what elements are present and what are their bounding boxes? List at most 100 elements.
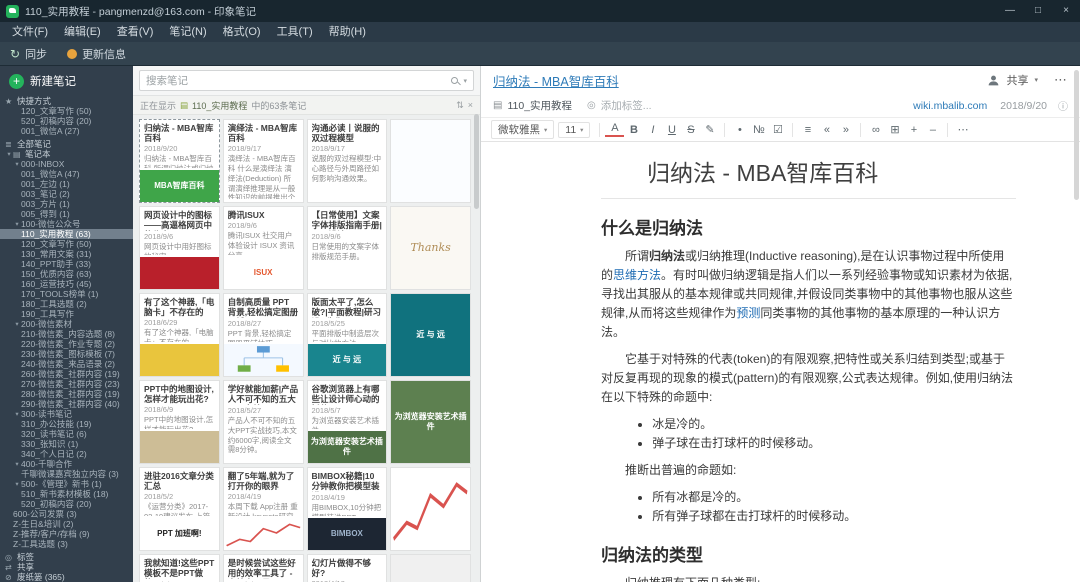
sidebar-item[interactable]: Z-推荐/客户/存档 (9) [0,529,133,539]
note-card[interactable]: PPT中的地图设计,怎样才能玩出花?2018/6/9PPT中的地图设计,怎样才能… [139,380,220,464]
more-options-icon[interactable]: ⋯ [1054,72,1068,88]
note-card[interactable]: 幻灯片做得不够好?2018/4/18幻灯片做得不够好?试试这些方法。 [306,554,388,582]
expand-chevron-icon[interactable]: ▾ [5,150,13,158]
note-card[interactable] [390,119,471,203]
sidebar-item[interactable]: 001_左边 (1) [0,179,133,189]
sidebar-item[interactable]: Z-工具选题 (3) [0,539,133,549]
inline-link[interactable]: 思维方法 [613,268,661,282]
minimize-button[interactable]: — [996,0,1024,22]
sidebar-item[interactable]: 220-微信素_作业专题 (2) [0,339,133,349]
badge-button[interactable]: 更新信息 [67,46,126,62]
expand-chevron-icon[interactable]: ▾ [13,410,21,418]
sidebar-item[interactable]: 千聊微课嘉宾独立内容 (3) [0,469,133,479]
note-card[interactable]: 近 与 远 [390,293,471,377]
sidebar-item[interactable]: 520_初稿内容 (20) [0,116,133,126]
note-card[interactable]: 网页设计中的图标——高逼格网页中的秘密2018/9/6网页设计中用好图标的秘密。 [139,206,220,290]
expand-chevron-icon[interactable]: ▾ [13,320,21,328]
sort-icon[interactable]: ⇅ [456,100,464,111]
menu-item[interactable]: 文件(F) [4,22,56,42]
attachment-button[interactable]: + [904,124,923,136]
menu-item[interactable]: 笔记(N) [161,22,214,42]
sidebar-item[interactable]: 005_得到 (1) [0,209,133,219]
sidebar-item[interactable]: ▾ 300-读书笔记 [0,409,133,419]
sidebar-item[interactable]: 310_办公技能 (19) [0,419,133,429]
sidebar-item[interactable]: ◎ 标签 [0,552,133,562]
note-card[interactable] [390,554,471,582]
search-input[interactable] [146,74,447,87]
sidebar-item[interactable]: ▾ ▤ 笔记本 [0,149,133,159]
sidebar-item[interactable]: 210-微信素_内容选题 (8) [0,329,133,339]
sidebar-item[interactable]: 003_方片 (1) [0,199,133,209]
italic-button[interactable]: I [643,124,662,136]
sidebar-item[interactable]: 160_运营技巧 (45) [0,279,133,289]
note-card[interactable]: 是时候尝试这些好用的效率工具了 - 高效率工具2018/4/18是时候尝试这些好… [222,554,304,582]
font-size-select[interactable]: 11 ▾ [558,121,591,138]
search-icon[interactable] [451,77,459,84]
expand-chevron-icon[interactable]: ▾ [13,220,21,228]
link-button[interactable]: ∞ [866,124,885,136]
note-card[interactable] [390,467,471,551]
table-button[interactable]: ⊞ [885,123,904,136]
font-family-select[interactable]: 微软雅黑 ▾ [491,120,555,139]
highlight-button[interactable]: ✎ [700,123,719,136]
sidebar-item[interactable]: 180_工具选题 (2) [0,299,133,309]
inline-link[interactable]: 预测 [736,306,760,320]
source-url-link[interactable]: wiki.mbalib.com [913,100,987,112]
note-title-link[interactable]: 归纳法 - MBA智库百科 [493,71,619,90]
note-card[interactable]: 【日常使用】文案字体排版指南手册|平面设计2018/9/6日常使用的文案字体排版… [306,206,388,290]
sidebar-item[interactable]: 001_微信A (47) [0,169,133,179]
note-card[interactable]: 为浏览器安装艺术插件 [390,380,471,464]
editor-scrollbar[interactable] [1073,68,1080,582]
menu-item[interactable]: 编辑(E) [56,22,109,42]
note-card[interactable]: 自制高质量 PPT 背景,轻松搞定图册平铺!2018/8/27PPT 背景,轻松… [222,293,304,377]
sidebar-item[interactable]: 330_张知识 (1) [0,439,133,449]
sidebar-item[interactable]: ⊘ 废纸篓 (365) [0,572,133,582]
sidebar-item[interactable]: 110_实用教程 (63) [0,229,133,239]
sidebar-item[interactable]: ▾ 000-INBOX [0,159,133,169]
sidebar-item[interactable]: ≣ 全部笔记 [0,139,133,149]
share-button[interactable]: 共享 [1006,72,1028,88]
filter-notebook[interactable]: 110_实用教程 [192,99,247,112]
menu-item[interactable]: 帮助(H) [321,22,374,42]
note-card[interactable]: 演绎法 - MBA智库百科 2018/9/17 演绎法 - MBA智库百科 什么是演… [222,119,304,203]
sidebar-item[interactable]: 001_微信A (27) [0,126,133,136]
sidebar-item[interactable]: ★ 快捷方式 [0,96,133,106]
maximize-button[interactable]: □ [1024,0,1052,22]
sidebar-item[interactable]: 600-公司发票 (3) [0,509,133,519]
menu-item[interactable]: 工具(T) [269,22,321,42]
sidebar-item[interactable]: 120_文章写作 (50) [0,239,133,249]
note-card[interactable]: 翻了5年端,就为了打开你的眼界2018/4/19本周下载 App注册 重新设计 … [222,467,304,551]
note-list-scrollbar[interactable] [473,112,480,582]
bullet-list-button[interactable]: • [730,124,749,136]
sidebar-item[interactable]: Z-生日&培训 (2) [0,519,133,529]
sidebar-item[interactable]: ▾ 200-微信素材 [0,319,133,329]
search-box[interactable]: ▾ [139,70,474,91]
sidebar-item[interactable]: 190_工具写作 [0,309,133,319]
sidebar-item[interactable]: 120_文章写作 (50) [0,106,133,116]
sidebar-item[interactable]: 280-微信素_社群内容 (19) [0,389,133,399]
sidebar-item[interactable]: 270-微信素_社群内容 (23) [0,379,133,389]
sidebar-item[interactable]: 150_优质内容 (63) [0,269,133,279]
sidebar-item[interactable]: 290-微信素_社群内容 (40) [0,399,133,409]
underline-button[interactable]: U [662,124,681,136]
expand-chevron-icon[interactable]: ▾ [13,480,21,488]
scrollbar-thumb[interactable] [474,114,479,209]
info-icon[interactable]: ⓘ [1058,98,1068,113]
insert-divider-button[interactable]: – [923,124,942,136]
sidebar-item[interactable]: 240-微信素_来品语录 (2) [0,359,133,369]
new-note-button[interactable]: + 新建笔记 [0,66,133,96]
bold-button[interactable]: B [624,124,643,136]
sidebar-item[interactable]: 340_个人日记 (2) [0,449,133,459]
note-card[interactable]: BIMBOX秘籍|10分钟教你把模型装进PPT2018/4/19用BIMBOX,… [306,467,388,551]
close-filter-icon[interactable]: × [468,100,473,110]
notebook-selector[interactable]: 110_实用教程 [507,98,572,113]
note-card[interactable]: 有了这个神器,「电脑卡」不存在的2018/6/29有了这个神器,「电脑卡」不存在… [139,293,220,377]
note-card[interactable]: 谷歌浏览器上有哪些让设计师心动的插件?2018/5/7为浏览器安装艺术插件。为浏… [306,380,388,464]
more-formats-button[interactable]: ⋯ [953,123,972,136]
note-card[interactable]: Thanks [390,206,471,290]
search-options-chevron-icon[interactable]: ▾ [463,77,467,85]
note-body[interactable]: 归纳法 - MBA智库百科 什么是归纳法 所谓归纳法或归纳推理(Inductive… [481,142,1080,582]
sidebar-item[interactable]: 320_读书笔记 (6) [0,429,133,439]
close-button[interactable]: × [1052,0,1080,22]
add-tag-button[interactable]: 添加标签... [601,98,652,113]
